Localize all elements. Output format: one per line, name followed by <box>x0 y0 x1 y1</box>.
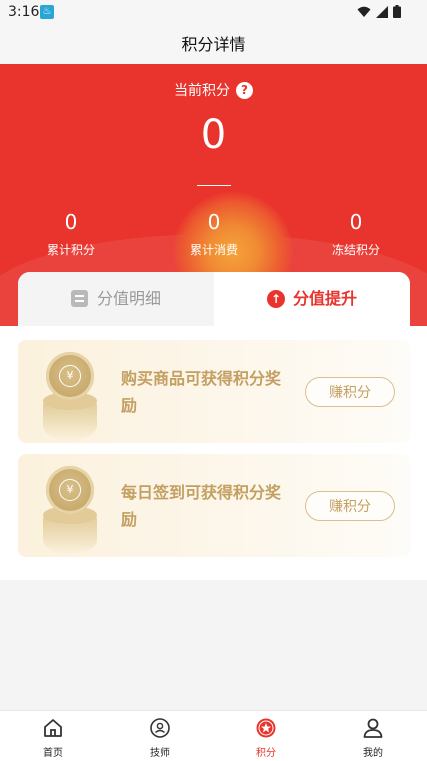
current-points-label: 当前积分 <box>174 83 230 99</box>
boost-content: ¥ 购买商品可获得积分奖励 赚积分 ¥ 每日签到可获得积分奖励 赚积分 <box>0 326 427 580</box>
nav-label: 技师 <box>150 748 170 759</box>
earn-card-purchase: ¥ 购买商品可获得积分奖励 赚积分 <box>18 340 410 443</box>
divider <box>197 185 231 186</box>
tab-label: 分值提升 <box>292 289 357 308</box>
help-icon[interactable]: ? <box>236 82 253 99</box>
stat-value: 0 <box>349 210 363 234</box>
stat-label: 累计消费 <box>189 243 238 257</box>
points-tabs: 分值明细 ↑ 分值提升 <box>18 272 410 326</box>
status-bar: 3:16 ♨ <box>0 0 427 26</box>
nav-label: 我的 <box>363 748 383 759</box>
coin-icon: ¥ <box>43 466 97 556</box>
current-points-value: 0 <box>200 112 227 158</box>
home-icon <box>44 719 62 737</box>
status-indicators <box>357 5 401 18</box>
wifi-icon <box>357 6 371 17</box>
stat-value: 0 <box>64 210 78 234</box>
signal-icon <box>376 5 388 18</box>
earn-card-checkin: ¥ 每日签到可获得积分奖励 赚积分 <box>18 454 410 557</box>
tab-points-detail[interactable]: 分值明细 <box>18 272 214 326</box>
stat-total-spent: 0 累计消费 <box>159 210 269 258</box>
status-time: 3:16 <box>8 4 40 20</box>
page-title: 积分详情 <box>0 26 427 64</box>
nav-item-profile[interactable]: 我的 <box>320 711 426 761</box>
current-points-heading: 当前积分? <box>0 80 427 100</box>
tab-label: 分值明细 <box>96 289 161 308</box>
earn-points-button[interactable]: 赚积分 <box>305 377 395 407</box>
coin-icon: ¥ <box>43 352 97 442</box>
list-icon <box>70 290 88 307</box>
card-description: 每日签到可获得积分奖励 <box>121 483 282 529</box>
earn-points-button[interactable]: 赚积分 <box>305 491 395 521</box>
arrow-up-icon: ↑ <box>266 290 285 308</box>
stat-frozen: 0 冻结积分 <box>301 210 411 258</box>
nav-label: 积分 <box>256 748 276 759</box>
nav-item-points[interactable]: 积分 <box>213 711 319 761</box>
nav-item-home[interactable]: 首页 <box>0 711 106 761</box>
bottom-nav: 首页 技师 积分 我的 <box>0 710 427 761</box>
points-star-icon <box>256 718 276 738</box>
battery-icon <box>393 5 401 18</box>
profile-icon <box>363 718 383 738</box>
yuan-icon: ¥ <box>59 365 81 387</box>
app-notification-icon: ♨ <box>40 5 54 19</box>
nav-label: 首页 <box>43 748 63 759</box>
stat-label: 冻结积分 <box>331 243 380 257</box>
yuan-icon: ¥ <box>59 479 81 501</box>
stat-value: 0 <box>207 210 221 234</box>
technician-icon <box>150 718 170 738</box>
nav-item-technician[interactable]: 技师 <box>107 711 213 761</box>
stat-total-earned: 0 累计积分 <box>16 210 126 258</box>
card-description: 购买商品可获得积分奖励 <box>121 369 282 415</box>
tab-points-boost[interactable]: ↑ 分值提升 <box>214 272 410 326</box>
stat-label: 累计积分 <box>46 243 95 257</box>
